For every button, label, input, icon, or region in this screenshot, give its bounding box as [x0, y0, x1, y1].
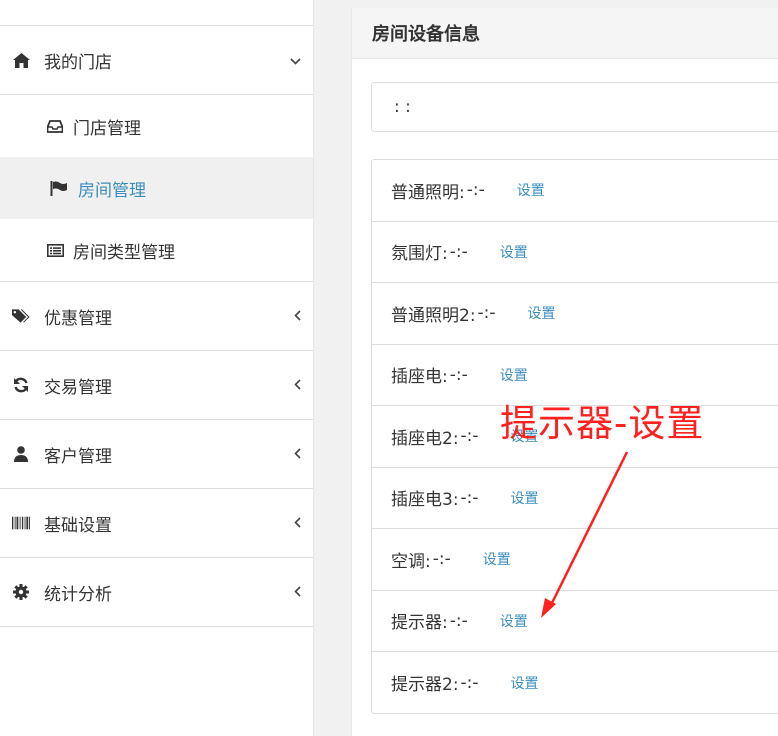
sidebar-item-basic-settings[interactable]: 基础设置: [0, 489, 313, 558]
chevron-left-icon: [294, 583, 301, 601]
sidebar-item-label: 客户管理: [44, 446, 112, 467]
barcode-icon: [12, 514, 30, 532]
device-settings-link[interactable]: 设置: [511, 488, 539, 508]
sidebar-item-my-store[interactable]: 我的门店: [0, 26, 313, 95]
sidebar-top-spacer: [0, 0, 313, 26]
sidebar-subitem-room-management[interactable]: 房间管理: [0, 157, 313, 219]
chevron-down-icon: [290, 51, 301, 69]
sidebar-item-label: 交易管理: [44, 377, 112, 398]
chevron-left-icon: [294, 307, 301, 325]
sidebar-item-promotions[interactable]: 优惠管理: [0, 282, 313, 351]
inbox-icon: [46, 117, 64, 135]
device-row: 插座电3: -:- 设置: [372, 468, 778, 529]
device-row: 提示器: -:- 设置: [372, 591, 778, 652]
sidebar-item-label: 优惠管理: [44, 308, 112, 329]
device-settings-link[interactable]: 设置: [511, 673, 539, 693]
sidebar-subitem-label: 房间类型管理: [73, 242, 175, 263]
annotation-label: 提示器-设置: [500, 402, 705, 445]
device-row: 普通照明: -:- 设置: [372, 160, 778, 222]
device-name: 插座电2:: [391, 428, 459, 449]
device-name: 提示器:: [391, 613, 448, 634]
device-status: -:-: [460, 426, 479, 447]
sidebar-subitem-label: 门店管理: [73, 118, 141, 139]
panel-title: 房间设备信息: [352, 8, 778, 59]
sidebar-item-customers[interactable]: 客户管理: [0, 420, 313, 489]
sidebar-item-statistics[interactable]: 统计分析: [0, 558, 313, 627]
main-panel: 房间设备信息 : : 普通照明: -:- 设置 氛围灯: -:- 设置 普通照明…: [351, 8, 778, 736]
device-name: 空调:: [391, 551, 431, 572]
device-settings-link[interactable]: 设置: [500, 611, 528, 631]
chevron-left-icon: [294, 376, 301, 394]
room-info-text: : :: [394, 97, 411, 117]
flag-icon: [50, 179, 68, 197]
device-row: 提示器2: -:- 设置: [372, 652, 778, 714]
sidebar-item-label: 我的门店: [44, 52, 112, 73]
device-settings-link[interactable]: 设置: [483, 549, 511, 569]
device-status: -:-: [460, 487, 479, 508]
device-name: 提示器2:: [391, 675, 459, 696]
sidebar-item-label: 基础设置: [44, 515, 112, 536]
sidebar-subitem-room-type-management[interactable]: 房间类型管理: [0, 219, 313, 282]
device-settings-link[interactable]: 设置: [528, 303, 556, 323]
refresh-icon: [12, 376, 30, 394]
device-name: 普通照明2:: [391, 305, 476, 326]
chevron-left-icon: [294, 514, 301, 532]
chevron-left-icon: [294, 445, 301, 463]
sidebar-subitem-store-management[interactable]: 门店管理: [0, 95, 313, 157]
sidebar-item-label: 统计分析: [44, 584, 112, 605]
device-status: -:-: [449, 364, 468, 385]
device-status: -:-: [460, 672, 479, 693]
device-row: 空调: -:- 设置: [372, 529, 778, 591]
device-name: 插座电:: [391, 367, 448, 388]
home-icon: [12, 51, 30, 69]
device-settings-link[interactable]: 设置: [517, 180, 545, 200]
device-settings-link[interactable]: 设置: [500, 242, 528, 262]
gear-icon: [12, 583, 30, 601]
device-row: 氛围灯: -:- 设置: [372, 222, 778, 283]
list-alt-icon: [46, 241, 64, 259]
device-status: -:-: [449, 241, 468, 262]
device-name: 插座电3:: [391, 490, 459, 511]
device-status: -:-: [449, 610, 468, 631]
sidebar-subitem-label: 房间管理: [78, 180, 146, 201]
room-info-box: : :: [371, 82, 778, 132]
device-row: 普通照明2: -:- 设置: [372, 283, 778, 345]
device-status: -:-: [466, 180, 485, 201]
sidebar-item-transactions[interactable]: 交易管理: [0, 351, 313, 420]
device-name: 氛围灯:: [391, 244, 448, 265]
sidebar: 我的门店 门店管理 房间管理 房间类型管理 优惠管理 交易管理 客户管理 基础设…: [0, 0, 314, 736]
user-icon: [12, 445, 30, 463]
device-status: -:-: [477, 303, 496, 324]
device-settings-link[interactable]: 设置: [500, 365, 528, 385]
device-name: 普通照明:: [391, 182, 465, 203]
device-status: -:-: [432, 549, 451, 570]
tags-icon: [12, 307, 30, 325]
